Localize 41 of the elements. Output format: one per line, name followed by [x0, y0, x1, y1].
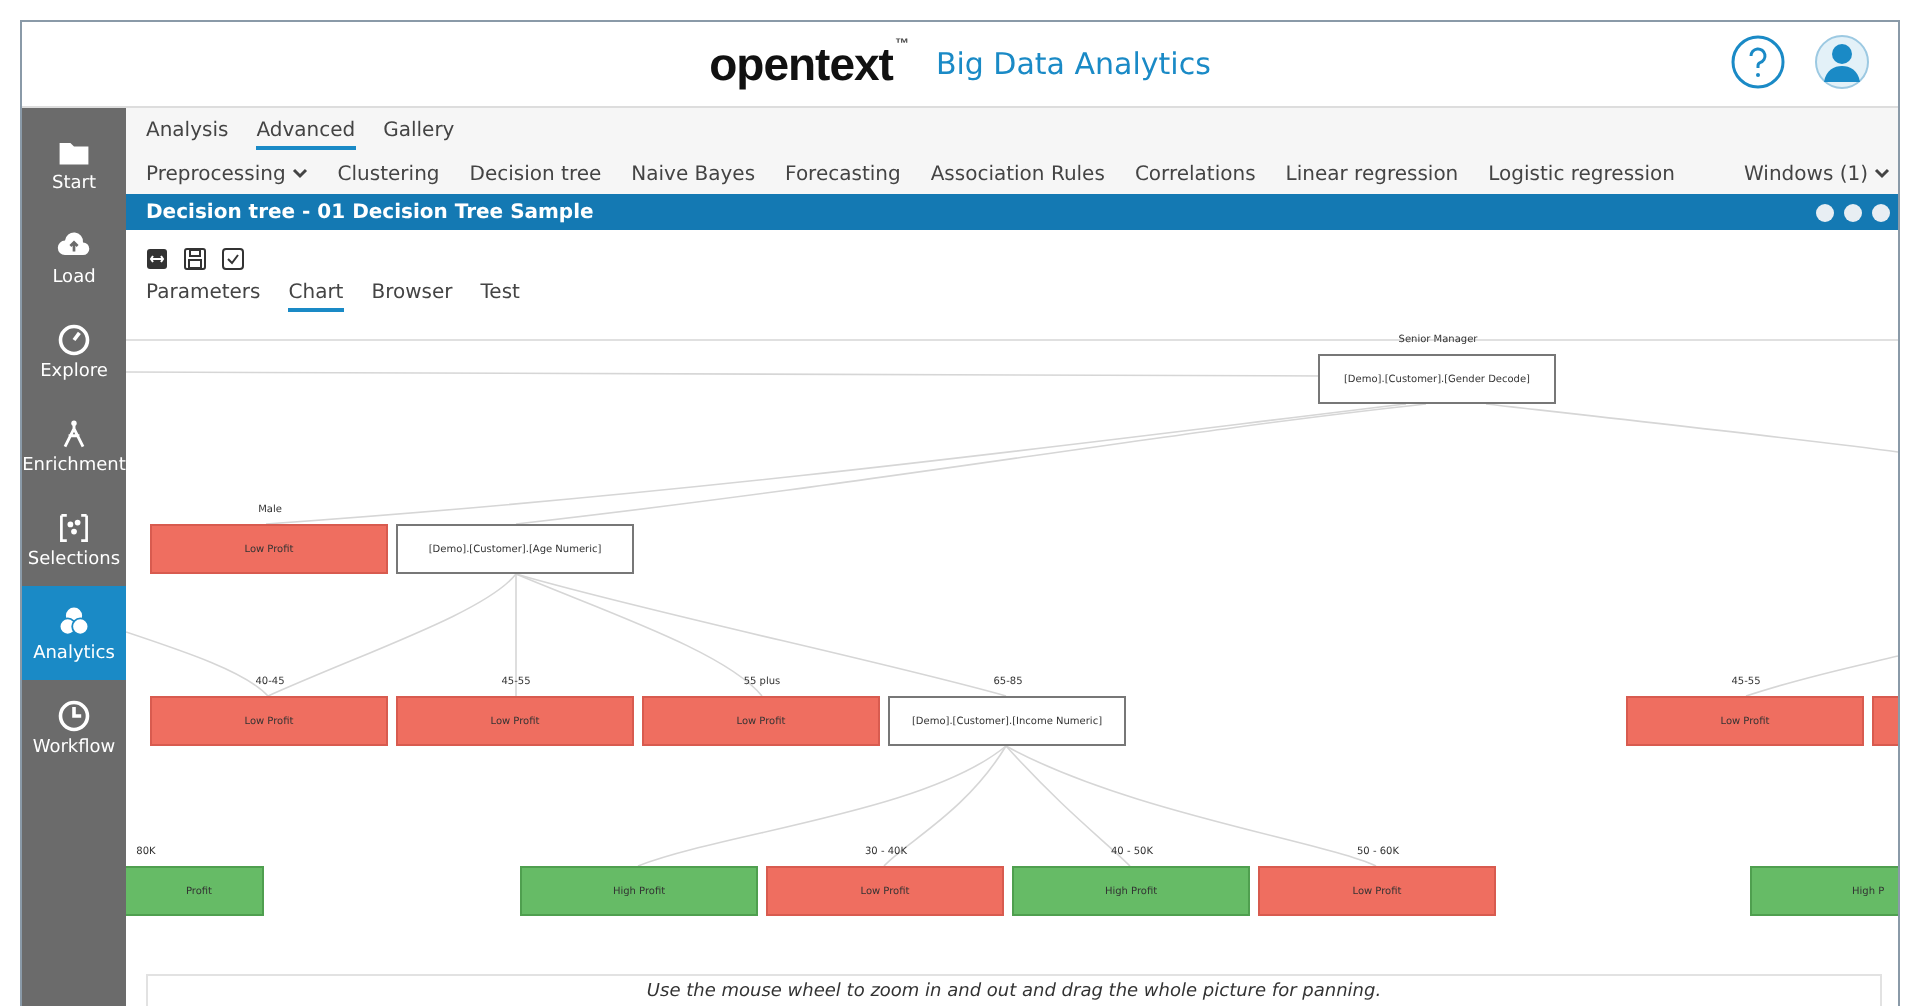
chevron-down-icon — [1874, 168, 1890, 180]
menu-item[interactable]: Clustering — [337, 163, 440, 185]
sidebar-item[interactable]: Enrichment — [22, 398, 126, 492]
help-icon[interactable] — [1730, 34, 1786, 90]
clock-icon — [56, 697, 92, 733]
circles-icon — [56, 603, 92, 639]
tab[interactable]: Analysis — [146, 119, 229, 149]
save-icon[interactable] — [184, 248, 206, 270]
scatter-icon — [56, 509, 92, 545]
menu-item[interactable]: Preprocessing — [146, 163, 308, 185]
menu-item[interactable]: Naive Bayes — [631, 163, 756, 185]
menu-item[interactable]: Association Rules — [930, 163, 1105, 185]
tab[interactable]: Chart — [288, 282, 344, 312]
maximize-button[interactable] — [1844, 203, 1862, 221]
panel-title: Decision tree - 01 Decision Tree Sample — [146, 201, 594, 223]
sidebar-item[interactable]: Load — [22, 210, 126, 304]
sidebar-item[interactable]: Selections — [22, 492, 126, 586]
close-button[interactable] — [1872, 203, 1890, 221]
sidebar-item[interactable]: Start — [22, 116, 126, 210]
tab[interactable]: Test — [480, 282, 520, 312]
minimize-button[interactable] — [1816, 203, 1834, 221]
menu-item[interactable]: Forecasting — [785, 163, 901, 185]
compass-icon — [56, 321, 92, 357]
product-title: Big Data Analytics — [935, 46, 1211, 82]
checkbox-icon[interactable] — [222, 248, 244, 270]
sidebar-item[interactable]: Analytics — [22, 586, 126, 680]
tab[interactable]: Advanced — [256, 119, 356, 149]
user-avatar-icon[interactable] — [1814, 34, 1870, 90]
hint-text: Use the mouse wheel to zoom in and out and drag the whole picture for panning. — [146, 974, 1882, 1006]
menu-item[interactable]: Correlations — [1134, 163, 1256, 185]
fit-icon[interactable] — [146, 248, 168, 270]
menu-item[interactable]: Decision tree — [469, 163, 602, 185]
windows-menu[interactable]: Windows (1) — [1744, 163, 1890, 185]
chevron-down-icon — [291, 168, 308, 180]
tab[interactable]: Browser — [371, 282, 453, 312]
tab[interactable]: Gallery — [383, 119, 455, 149]
menu-item[interactable]: Logistic regression — [1488, 163, 1675, 185]
tab[interactable]: Parameters — [146, 282, 261, 312]
menu-item[interactable]: Linear regression — [1285, 163, 1459, 185]
sidebar-item[interactable]: Explore — [22, 304, 126, 398]
sidebar-item[interactable]: Workflow — [22, 680, 126, 774]
